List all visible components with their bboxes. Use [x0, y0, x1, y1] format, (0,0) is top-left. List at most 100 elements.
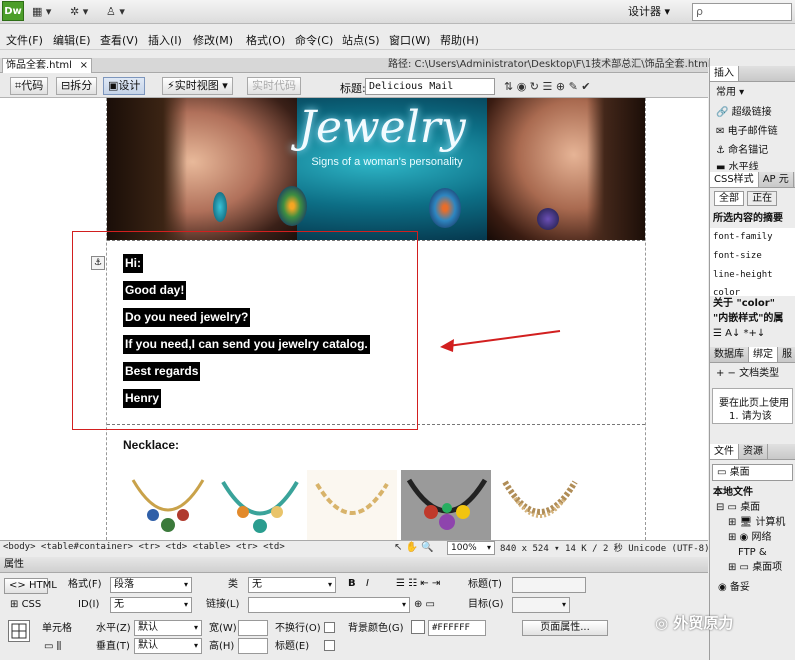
- status-info: 840 x 524 ▾ 14 K / 2 秒 Unicode (UTF-8): [500, 544, 710, 554]
- model-left-hair: [107, 98, 187, 240]
- menu-view[interactable]: 查看(V): [100, 34, 138, 47]
- ap-elements-tab[interactable]: AP 元: [759, 172, 794, 187]
- right-panel: 插入 常用 ▾ 🔗 超级链接 ✉ 电子邮件链 ⚓ 命名锚记 ▬ 水平线 CSS样…: [709, 58, 795, 660]
- css-styles-tab[interactable]: CSS样式: [710, 172, 759, 187]
- site-select[interactable]: ▭ 桌面: [712, 464, 793, 481]
- select-tool-icon[interactable]: ↖ ✋ 🔍: [394, 540, 434, 556]
- target-label: 目标(G): [468, 599, 504, 610]
- tree-item[interactable]: ⊞ ◉ 网络: [710, 530, 795, 545]
- page-title-input[interactable]: Delicious Mail: [365, 78, 495, 95]
- list-icons[interactable]: ☰ ☷ ⇤ ⇥: [396, 577, 440, 591]
- vert-select[interactable]: 默认 ▾: [134, 638, 202, 654]
- menu-site[interactable]: 站点(S): [342, 34, 380, 47]
- dreamweaver-logo: Dw: [2, 1, 24, 21]
- table-cell-icon: [8, 620, 30, 642]
- split-view-button[interactable]: ⊟拆分: [56, 77, 98, 95]
- zoom-value: 100%: [451, 543, 477, 553]
- insert-item[interactable]: ⚓ 命名锚记: [710, 141, 795, 160]
- document-tab[interactable]: 饰品全套.html ×: [2, 58, 92, 73]
- format-select[interactable]: 段落 ▾: [110, 577, 192, 593]
- menu-commands[interactable]: 命令(C): [295, 34, 333, 47]
- tag-selector[interactable]: <body> <table#container> <tr> <td> <tabl…: [3, 542, 285, 552]
- css-property[interactable]: font-family: [710, 228, 795, 247]
- files-tab[interactable]: 文件: [710, 444, 739, 459]
- class-value: 无: [252, 579, 262, 590]
- id-select[interactable]: 无 ▾: [110, 597, 192, 613]
- design-icon: ▣: [108, 79, 119, 92]
- necklace-thumbnail[interactable]: [307, 470, 397, 540]
- doc-type-row[interactable]: + − 文档类型: [710, 363, 795, 384]
- page-properties-button[interactable]: 页面属性...: [522, 620, 608, 636]
- bold-button[interactable]: B: [348, 577, 356, 591]
- banner-subtitle: Signs of a woman's personality: [311, 156, 463, 168]
- color-swatch[interactable]: [411, 620, 425, 634]
- insert-tab[interactable]: 插入: [710, 66, 739, 81]
- css-all-button[interactable]: 全部: [714, 191, 744, 206]
- css-view-icons[interactable]: ☰ A↓ *+↓: [710, 326, 795, 341]
- menu-format[interactable]: 格式(O): [246, 34, 285, 47]
- title-field[interactable]: [512, 577, 586, 593]
- necklace-thumbnail[interactable]: [123, 470, 213, 540]
- bindings-tab[interactable]: 绑定: [749, 347, 778, 362]
- insert-item[interactable]: ▬ 水平线: [710, 160, 795, 170]
- close-icon[interactable]: ×: [80, 59, 88, 72]
- menu-insert[interactable]: 插入(I): [148, 34, 182, 47]
- css-property[interactable]: line-height: [710, 266, 795, 285]
- insert-item[interactable]: ✉ 电子邮件链: [710, 122, 795, 141]
- site-icon[interactable]: ♙ ▾: [106, 4, 125, 20]
- necklace-thumbnail[interactable]: [215, 470, 305, 540]
- nowrap-checkbox[interactable]: [324, 622, 335, 633]
- height-input[interactable]: [238, 638, 268, 654]
- insert-category-select[interactable]: 常用 ▾: [710, 82, 795, 103]
- class-select[interactable]: 无 ▾: [248, 577, 336, 593]
- target-select[interactable]: ▾: [512, 597, 570, 613]
- html-mode-button[interactable]: <> HTML: [4, 578, 57, 594]
- menu-modify[interactable]: 修改(M): [193, 34, 233, 47]
- css-property[interactable]: color: [710, 285, 795, 296]
- width-input[interactable]: [238, 620, 268, 636]
- anchor-icon: ⚓: [716, 145, 725, 156]
- necklace-thumbnail[interactable]: [401, 470, 491, 540]
- databases-tab[interactable]: 数据库: [710, 347, 749, 362]
- point-to-file-icon[interactable]: ⊕ ▭: [414, 598, 435, 612]
- tree-item[interactable]: ⊞ 🖥 计算机: [710, 515, 795, 530]
- menu-window[interactable]: 窗口(W): [389, 34, 430, 47]
- insert-item[interactable]: 🔗 超级链接: [710, 103, 795, 122]
- file-management-icon[interactable]: ⇅ ◉ ↻ ☰ ⊕ ✎ ✔: [504, 79, 591, 95]
- workspace-switcher[interactable]: 设计器 ▾: [628, 3, 688, 21]
- code-view-button[interactable]: ⌗代码: [10, 77, 49, 95]
- tree-item[interactable]: ⊟ ▭ 桌面: [710, 500, 795, 515]
- header-label: 标题(E): [275, 641, 310, 652]
- format-label: 格式(F): [68, 579, 102, 590]
- banner-title: Jewelry: [298, 102, 466, 153]
- css-icon: ⊞: [10, 599, 19, 610]
- italic-button[interactable]: I: [366, 577, 369, 591]
- assets-tab[interactable]: 资源: [739, 444, 768, 459]
- server-tab[interactable]: 服: [778, 347, 795, 362]
- search-input[interactable]: ρ: [692, 3, 792, 21]
- properties-panel-header[interactable]: 属性: [0, 557, 708, 573]
- live-code-button[interactable]: 实时代码: [247, 77, 301, 95]
- menu-edit[interactable]: 编辑(E): [53, 34, 91, 47]
- zoom-select[interactable]: 100% ▾: [447, 541, 495, 555]
- menu-file[interactable]: 文件(F): [6, 34, 43, 47]
- design-view-button[interactable]: ▣设计: [103, 77, 146, 95]
- pendant-graphic: [277, 186, 307, 226]
- necklace-thumbnail[interactable]: [495, 470, 585, 540]
- css-current-button[interactable]: 正在: [747, 191, 778, 206]
- gear-icon[interactable]: ✲ ▾: [70, 4, 88, 20]
- header-checkbox[interactable]: [324, 640, 335, 651]
- title-label: 标题(T): [468, 579, 502, 590]
- css-property[interactable]: font-size: [710, 247, 795, 266]
- css-mode-button[interactable]: ⊞ CSS: [10, 598, 41, 612]
- tree-item[interactable]: ⊞ ▭ 桌面项: [710, 560, 795, 575]
- bindings-step: 1. 请为该: [729, 411, 772, 422]
- tree-item[interactable]: FTP &: [710, 545, 795, 560]
- bgcolor-input[interactable]: #FFFFFF: [428, 620, 486, 636]
- horz-select[interactable]: 默认 ▾: [134, 620, 202, 636]
- merge-cells-icon[interactable]: ▭ ⫼: [44, 640, 61, 654]
- live-view-button[interactable]: ⚡实时视图 ▾: [162, 77, 233, 95]
- layout-icon[interactable]: ▦ ▾: [32, 4, 51, 20]
- menu-help[interactable]: 帮助(H): [440, 34, 479, 47]
- link-input[interactable]: ▾: [248, 597, 410, 613]
